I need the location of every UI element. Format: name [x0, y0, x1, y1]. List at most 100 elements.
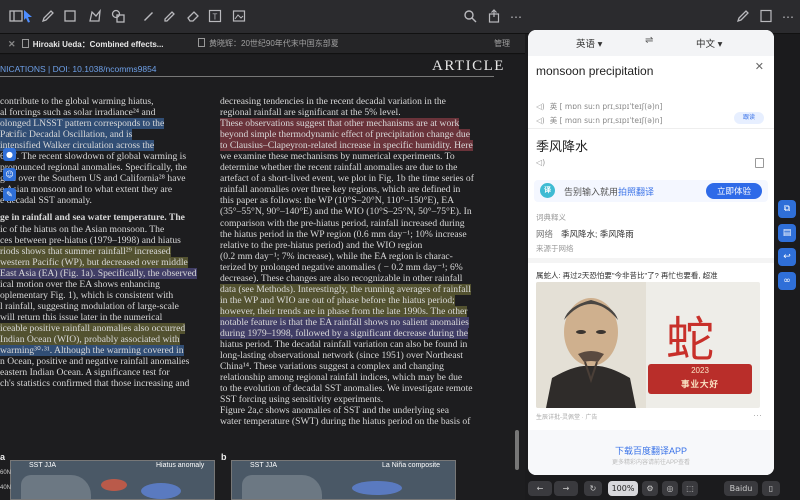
text-line-content[interactable]: notable feature is that the EA rainfall …	[220, 316, 469, 328]
text-line-content[interactable]: to Clausius–Clapeyron-related increase i…	[220, 140, 473, 152]
tab-huang-xiaohui[interactable]: 黄晓辉：20世纪90年代末中国东部夏季降...	[198, 36, 338, 52]
top-toolbar: T ⋯ ⋯	[0, 0, 800, 34]
article-label: ARTICLE	[432, 58, 505, 74]
text-line: western Pacific (WP), but decreased over…	[0, 256, 208, 268]
eraser-icon[interactable]	[185, 9, 201, 25]
pen-settings-icon[interactable]	[735, 9, 751, 25]
lasso-icon[interactable]	[87, 8, 103, 25]
note-icon[interactable]: ✎	[3, 188, 16, 201]
pen-icon[interactable]	[40, 9, 56, 25]
text-box-icon[interactable]: T	[207, 9, 223, 25]
tab-label: Hiroaki Ueda：Combined effects...	[32, 40, 164, 49]
copy-icon[interactable]: ⧉	[778, 200, 796, 218]
follow-read-button[interactable]: 跟读	[734, 112, 764, 124]
close-icon[interactable]: ✕	[8, 39, 16, 49]
source-language-select[interactable]: 英语 ▾	[576, 36, 602, 50]
scrollbar[interactable]	[515, 430, 519, 470]
tab-manage[interactable]: 管理	[494, 36, 524, 52]
signature-icon[interactable]: ℓ	[3, 128, 16, 141]
ad-more-button[interactable]: ···	[753, 410, 762, 420]
page-view-icon[interactable]	[758, 9, 774, 25]
text-line: to the evolution of decadal SST anomalie…	[220, 383, 494, 394]
text-line-content[interactable]: Pacific Decadal Oscillation, and is	[0, 129, 133, 141]
link-icon[interactable]: ∞	[778, 272, 796, 290]
text-line-content[interactable]: Indian Ocean (WIO), probably associated …	[0, 333, 180, 345]
refresh-icon[interactable]: ↻	[584, 481, 602, 496]
search-icon[interactable]	[462, 9, 478, 25]
text-line-content[interactable]: during 1979–1998, followed by a signific…	[220, 327, 469, 339]
text-line-content: e Asian monsoon and to what extent they …	[0, 184, 173, 196]
text-line-content[interactable]: western Pacific (WP), but decreased over…	[0, 256, 188, 268]
text-line-content[interactable]: iceable positive rainfall anomalies also…	[0, 322, 186, 334]
copy-icon[interactable]	[755, 158, 764, 168]
forward-arrow-icon[interactable]: →	[554, 481, 578, 496]
text-line-content[interactable]: data (see Methods). Interestingly, the r…	[220, 283, 471, 295]
query-text[interactable]: monsoon precipitation	[536, 64, 653, 78]
text-line: relative to the pre-hiatus period) and t…	[220, 240, 494, 251]
cursor-icon[interactable]	[20, 9, 36, 25]
text-line: we examine these mechanisms by numerical…	[220, 151, 494, 162]
ad-image[interactable]: 蛇 2023 事业大好	[536, 282, 760, 408]
text-line-content: relationship among regional rainfall ind…	[220, 372, 463, 384]
target-language-select[interactable]: 中文 ▾	[696, 36, 722, 50]
speaker-icon[interactable]: ◁)	[536, 116, 545, 125]
back-arrow-icon[interactable]: ←	[528, 481, 552, 496]
text-line-content[interactable]: East Asia (EA) (Fig. 1a). Specifically, …	[0, 267, 197, 279]
shapes-icon[interactable]	[110, 9, 126, 25]
text-line-content: ghts over the Southern US and California…	[0, 173, 186, 185]
capture-icon[interactable]: ⬚	[682, 481, 698, 496]
text-line-content[interactable]: olonged LNSST pattern corresponds to the	[0, 118, 165, 130]
settings-icon[interactable]: ⚙	[642, 481, 658, 496]
close-icon[interactable]: ✕	[755, 60, 764, 73]
text-line: pronounced regional anomalies. Specifica…	[0, 162, 208, 173]
highlighter-icon[interactable]	[140, 9, 156, 25]
notebook-icon[interactable]: ▤	[778, 224, 796, 242]
doi-line[interactable]: NICATIONS | DOI: 10.1038/ncomms9854	[0, 64, 157, 74]
source-label: 来源于网络	[536, 244, 574, 253]
text-line-content[interactable]: These observations suggest that other me…	[220, 118, 460, 130]
text-line-content: decreasing tendencies in the recent deca…	[220, 96, 446, 107]
undo-icon[interactable]: ↩	[778, 248, 796, 266]
text-line: e decadal SST anomaly.	[0, 195, 208, 206]
swap-language-icon[interactable]: ⇌	[645, 35, 653, 46]
text-line-content[interactable]: intensified Walker circulation across th…	[0, 140, 155, 152]
divider	[528, 258, 774, 263]
text-line-content[interactable]: in the WP and WIO are out of phase befor…	[220, 294, 455, 306]
pin-icon[interactable]: ◎	[662, 481, 678, 496]
text-line-content: n Ocean, positive and negative rainfall …	[0, 356, 190, 368]
text-line: SST forcing using sensitivity experiment…	[220, 394, 494, 405]
tab-hiroaki-ueda[interactable]: ✕ Hiroaki Ueda：Combined effects...	[8, 36, 188, 52]
bookmark-icon[interactable]: ☺	[3, 168, 16, 181]
text-line-content: water temperature (SWT) during the hiatu…	[220, 416, 471, 428]
text-line-content: eastern Indian Ocean. A significance tes…	[0, 367, 170, 379]
pencil-icon[interactable]	[162, 9, 178, 25]
overflow-icon[interactable]: ⋯	[780, 9, 796, 25]
share-icon[interactable]	[486, 9, 502, 25]
baidu-source-button[interactable]: Baidu	[724, 481, 758, 496]
figure-panel-b[interactable]: SST JJA La Niña composite	[231, 460, 456, 500]
download-app-link[interactable]: 下载百度翻译APP	[528, 444, 774, 457]
ad-title[interactable]: 属蛇人: 再过2天恐怕要"今非昔比"了? 再忙也要看, 超准	[536, 270, 718, 281]
speaker-icon[interactable]: ◁)	[536, 158, 545, 167]
zoom-level[interactable]: 100%	[608, 481, 638, 496]
more-icon[interactable]: ⋯	[508, 9, 524, 25]
text-line-content[interactable]: beyond simple thermodynamic effect of pr…	[220, 129, 470, 141]
warm-anomaly	[101, 479, 127, 491]
panel-toggle-icon[interactable]: ▯	[762, 481, 780, 496]
rectangle-icon[interactable]	[62, 9, 78, 25]
text-line: ical motion over the EA shows enhancing	[0, 279, 208, 290]
translation-result[interactable]: 季风降水	[536, 136, 588, 155]
text-line-content: to the evolution of decadal SST anomalie…	[220, 383, 473, 395]
try-now-button[interactable]: 立即体验	[706, 183, 762, 199]
text-line-content: l rainfall, suggesting modulation of lar…	[0, 300, 179, 312]
figure-panel-a[interactable]: SST JJA Hiatus anomaly	[10, 460, 215, 500]
record-icon[interactable]: ●	[3, 148, 16, 161]
text-line: water temperature (SWT) during the hiatu…	[220, 416, 494, 427]
text-line-content[interactable]: riods shows that summer rainfall²⁹ incre…	[0, 245, 171, 257]
text-line-content[interactable]: however, their trends are in phase from …	[220, 305, 468, 317]
text-line: e Asian monsoon and to what extent they …	[0, 184, 208, 195]
speaker-icon[interactable]: ◁)	[536, 102, 545, 111]
text-line-content[interactable]: warming³⁰·³¹. Although the warming cover…	[0, 345, 184, 357]
pdf-document-view[interactable]: NICATIONS | DOI: 10.1038/ncomms9854 ARTI…	[0, 55, 525, 500]
image-icon[interactable]	[231, 9, 247, 25]
